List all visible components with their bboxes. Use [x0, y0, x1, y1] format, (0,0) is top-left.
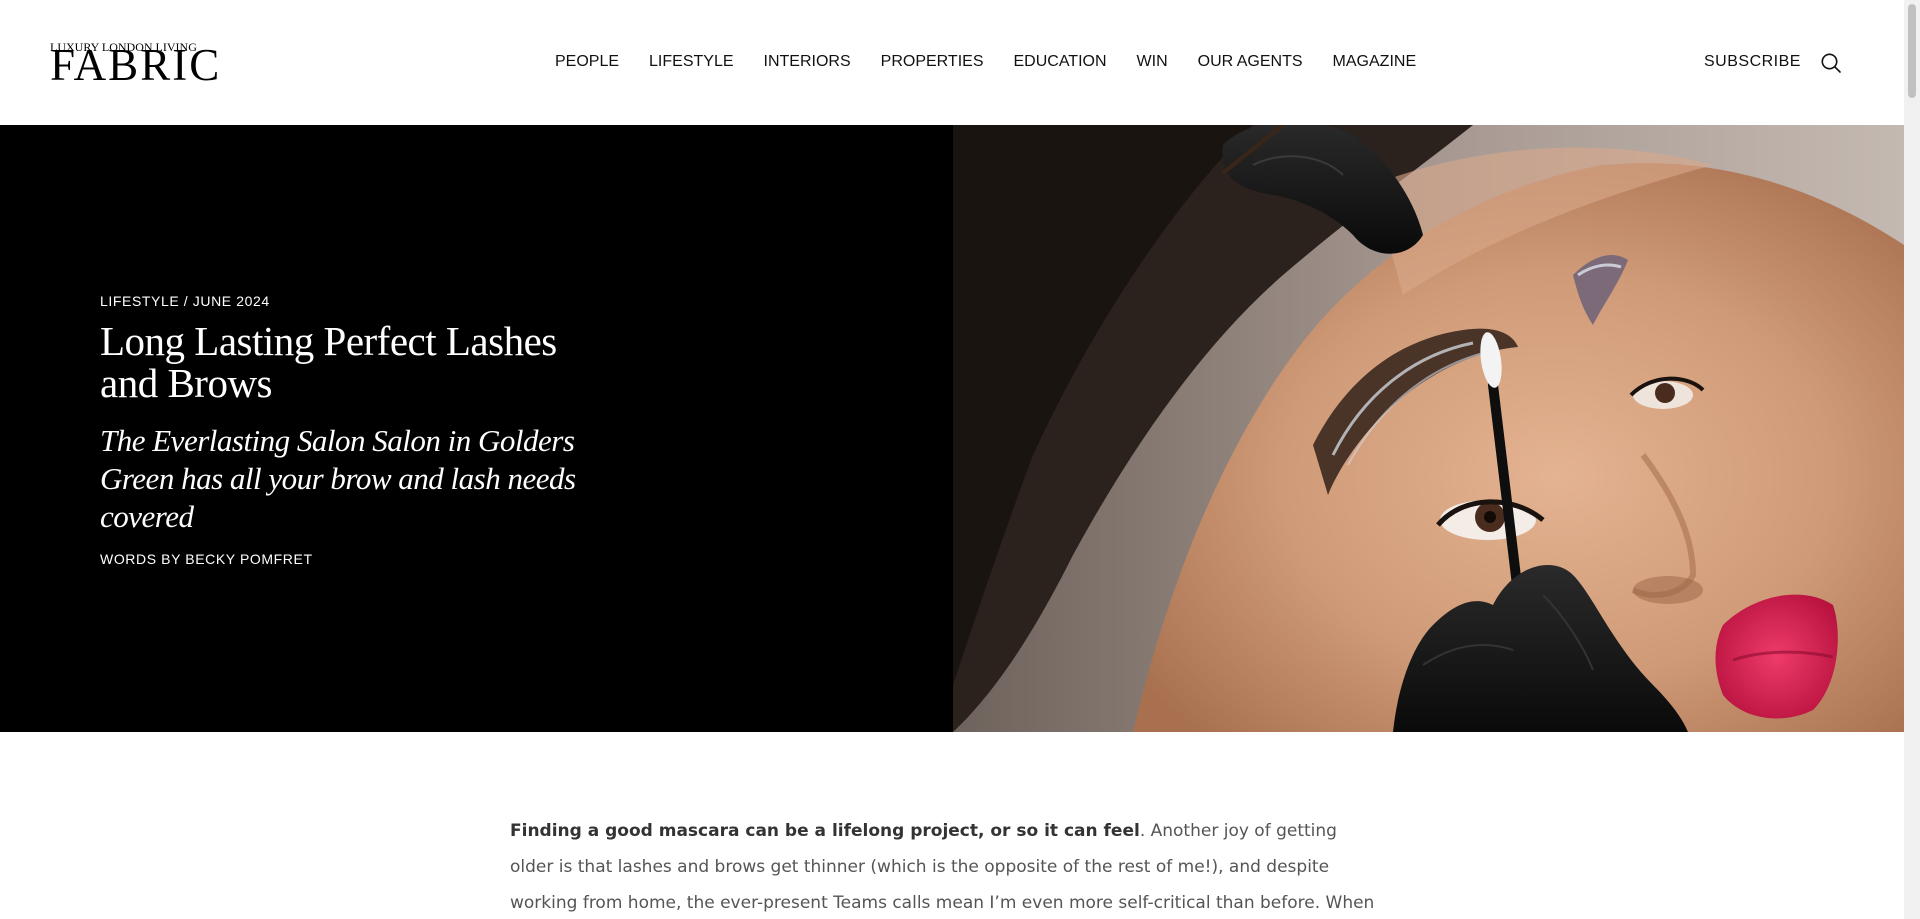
hero-text: LIFESTYLE / JUNE 2024 Long Lasting Perfe… [100, 292, 600, 568]
hero-image [953, 125, 1904, 732]
search-button[interactable] [1820, 52, 1842, 74]
scrollbar[interactable] [1904, 0, 1920, 919]
page: LUXURY LONDON LIVING FABRIC PEOPLE LIFES… [0, 0, 1920, 919]
hero: LIFESTYLE / JUNE 2024 Long Lasting Perfe… [0, 125, 1904, 732]
nav-item-magazine[interactable]: MAGAZINE [1333, 51, 1417, 73]
nav-item-win[interactable]: WIN [1137, 51, 1168, 73]
article-subtitle: The Everlasting Salon Salon in Golders G… [100, 423, 576, 534]
scrollbar-thumb[interactable] [1908, 4, 1916, 98]
article-body: Finding a good mascara can be a lifelong… [510, 813, 1380, 919]
nav-item-lifestyle[interactable]: LIFESTYLE [649, 51, 733, 73]
nav-item-education[interactable]: EDUCATION [1013, 51, 1106, 73]
article-lead-bold: Finding a good mascara can be a lifelong… [510, 821, 1140, 841]
site-logo[interactable]: LUXURY LONDON LIVING FABRIC [50, 40, 219, 88]
hero-photo-illustration [953, 125, 1904, 732]
logo-wordmark: FABRIC [50, 40, 222, 90]
article-byline: WORDS BY BECKY POMFRET [100, 551, 313, 567]
article-lead-paragraph: Finding a good mascara can be a lifelong… [510, 813, 1380, 919]
nav-item-properties[interactable]: PROPERTIES [881, 51, 984, 73]
site-header: LUXURY LONDON LIVING FABRIC PEOPLE LIFES… [0, 0, 1904, 125]
nav-item-interiors[interactable]: INTERIORS [764, 51, 851, 73]
article-category-date: LIFESTYLE / JUNE 2024 [100, 293, 270, 309]
main-nav: PEOPLE LIFESTYLE INTERIORS PROPERTIES ED… [555, 51, 1446, 73]
article-title: Long Lasting Perfect Lashes and Brows [100, 318, 557, 406]
nav-item-people[interactable]: PEOPLE [555, 51, 619, 73]
search-icon [1821, 53, 1841, 73]
subscribe-link[interactable]: SUBSCRIBE [1704, 51, 1801, 73]
nav-item-our-agents[interactable]: OUR AGENTS [1198, 51, 1303, 73]
